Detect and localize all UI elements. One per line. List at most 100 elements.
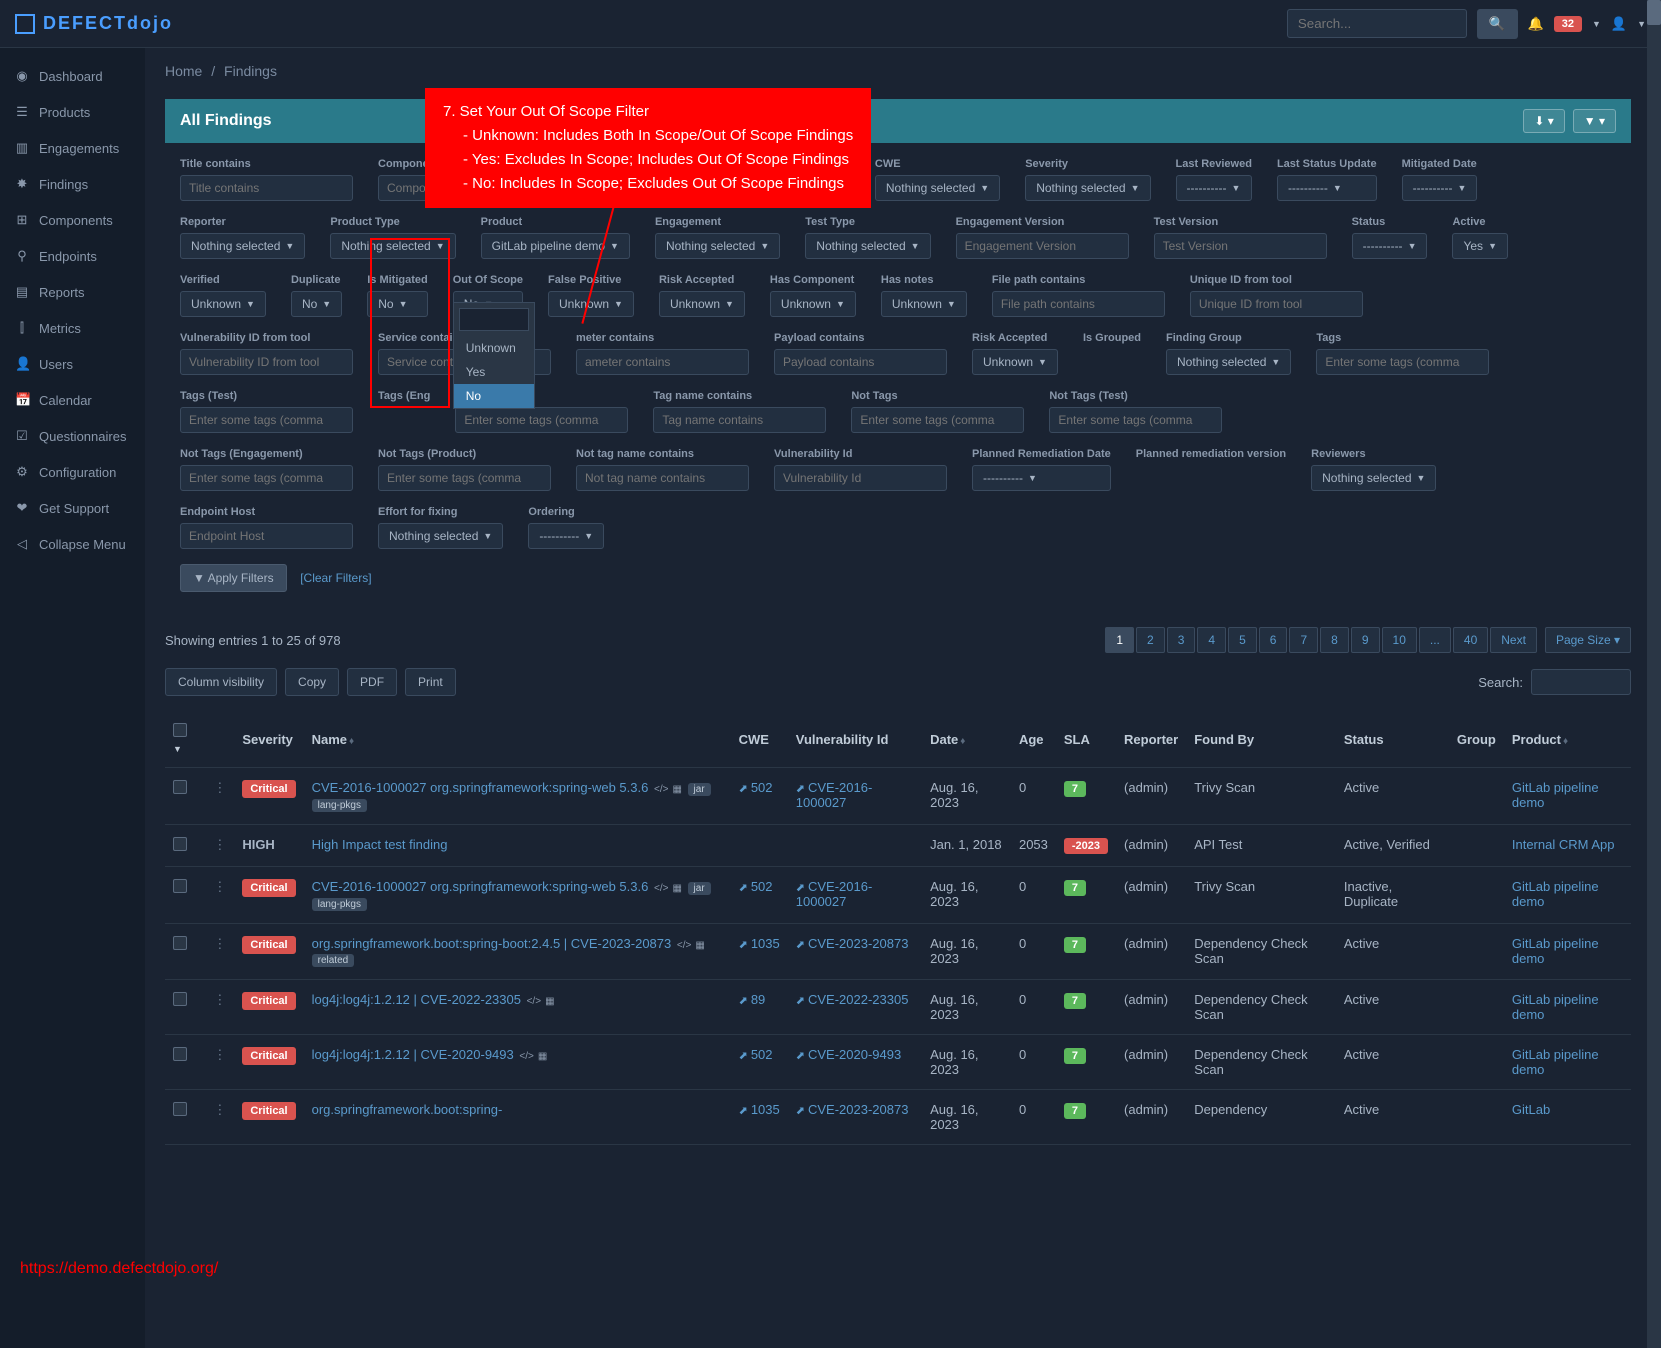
product-link[interactable]: GitLab pipeline demo: [1512, 1047, 1599, 1077]
vuln-link[interactable]: CVE-2016-1000027: [796, 780, 873, 810]
page-button[interactable]: 8: [1320, 627, 1349, 653]
sidebar-item-reports[interactable]: ▤Reports: [0, 274, 145, 310]
product-link[interactable]: Internal CRM App: [1512, 837, 1615, 852]
table-search-input[interactable]: [1531, 669, 1631, 695]
filter-dropdown[interactable]: GitLab pipeline demo ▼: [481, 233, 630, 259]
external-link-icon[interactable]: ⬈: [739, 1105, 748, 1117]
download-button[interactable]: ⬇ ▾: [1523, 109, 1564, 133]
row-menu-icon[interactable]: ⋮: [213, 1047, 226, 1062]
page-button[interactable]: 5: [1228, 627, 1257, 653]
external-link-icon[interactable]: ⬈: [739, 995, 748, 1007]
vuln-link[interactable]: CVE-2023-20873: [808, 1102, 908, 1117]
filter-dropdown[interactable]: ---------- ▼: [528, 523, 604, 549]
row-checkbox[interactable]: [173, 936, 187, 950]
finding-name-link[interactable]: org.springframework.boot:spring-: [312, 1102, 503, 1117]
finding-name-link[interactable]: log4j:log4j:1.2.12 | CVE-2020-9493: [312, 1047, 514, 1062]
finding-name-link[interactable]: CVE-2016-1000027 org.springframework:spr…: [312, 780, 649, 795]
page-size-button[interactable]: Page Size ▾: [1545, 627, 1631, 653]
notif-caret-icon[interactable]: ▼: [1592, 19, 1601, 29]
filter-input[interactable]: [653, 407, 826, 433]
page-button[interactable]: 10: [1382, 627, 1417, 653]
column-visibility-button[interactable]: Column visibility: [165, 668, 277, 696]
sidebar-item-dashboard[interactable]: ◉Dashboard: [0, 58, 145, 94]
row-checkbox[interactable]: [173, 1047, 187, 1061]
bell-icon[interactable]: 🔔: [1528, 16, 1544, 32]
vuln-link[interactable]: CVE-2022-23305: [808, 992, 908, 1007]
sidebar-item-engagements[interactable]: ▥Engagements: [0, 130, 145, 166]
cwe-link[interactable]: 1035: [751, 1102, 780, 1117]
bulk-caret-icon[interactable]: ▼: [173, 744, 182, 754]
row-checkbox[interactable]: [173, 879, 187, 893]
row-checkbox[interactable]: [173, 992, 187, 1006]
external-link-icon[interactable]: ⬈: [796, 882, 805, 894]
sidebar-item-questionnaires[interactable]: ☑Questionnaires: [0, 418, 145, 454]
filter-dropdown[interactable]: Nothing selected ▼: [875, 175, 1000, 201]
page-button[interactable]: 4: [1197, 627, 1226, 653]
row-menu-icon[interactable]: ⋮: [213, 1102, 226, 1117]
dropdown-option[interactable]: Unknown: [454, 336, 534, 360]
select-all-checkbox[interactable]: [173, 723, 187, 737]
filter-dropdown[interactable]: Unknown ▼: [770, 291, 856, 317]
sidebar-item-endpoints[interactable]: ⚲Endpoints: [0, 238, 145, 274]
external-link-icon[interactable]: ⬈: [739, 939, 748, 951]
vuln-link[interactable]: CVE-2020-9493: [808, 1047, 901, 1062]
sort-icon[interactable]: ♦: [1563, 736, 1568, 747]
external-link-icon[interactable]: ⬈: [739, 882, 748, 894]
filter-input[interactable]: [180, 465, 353, 491]
notif-badge[interactable]: 32: [1554, 16, 1582, 32]
breadcrumb-home[interactable]: Home: [165, 63, 202, 79]
filter-dropdown[interactable]: No ▼: [291, 291, 342, 317]
filter-input[interactable]: [1049, 407, 1222, 433]
filter-dropdown[interactable]: Nothing selected ▼: [655, 233, 780, 259]
external-link-icon[interactable]: ⬈: [739, 783, 748, 795]
filter-input[interactable]: [378, 465, 551, 491]
user-caret-icon[interactable]: ▼: [1637, 19, 1646, 29]
filter-input[interactable]: [455, 407, 628, 433]
filter-dropdown[interactable]: Nothing selected ▼: [805, 233, 930, 259]
row-menu-icon[interactable]: ⋮: [213, 780, 226, 795]
product-link[interactable]: GitLab: [1512, 1102, 1550, 1117]
page-button[interactable]: 9: [1351, 627, 1380, 653]
sidebar-item-configuration[interactable]: ⚙Configuration: [0, 454, 145, 490]
finding-name-link[interactable]: CVE-2016-1000027 org.springframework:spr…: [312, 879, 649, 894]
filter-input[interactable]: [774, 465, 947, 491]
sidebar-item-metrics[interactable]: ⫿Metrics: [0, 310, 145, 346]
external-link-icon[interactable]: ⬈: [796, 1050, 805, 1062]
filter-input[interactable]: [180, 523, 353, 549]
filter-dropdown[interactable]: ---------- ▼: [972, 465, 1111, 491]
finding-name-link[interactable]: org.springframework.boot:spring-boot:2.4…: [312, 936, 672, 951]
sidebar-item-calendar[interactable]: 📅Calendar: [0, 382, 145, 418]
filter-dropdown[interactable]: Unknown ▼: [659, 291, 745, 317]
filter-input[interactable]: [180, 407, 353, 433]
user-icon[interactable]: 👤: [1611, 16, 1627, 32]
page-button[interactable]: 40: [1453, 627, 1488, 653]
cwe-link[interactable]: 89: [751, 992, 765, 1007]
cwe-link[interactable]: 1035: [751, 936, 780, 951]
row-checkbox[interactable]: [173, 1102, 187, 1116]
filter-input[interactable]: [774, 349, 947, 375]
sidebar-item-users[interactable]: 👤Users: [0, 346, 145, 382]
page-button[interactable]: 1: [1105, 627, 1134, 653]
filter-dropdown[interactable]: Nothing selected ▼: [378, 523, 503, 549]
row-checkbox[interactable]: [173, 780, 187, 794]
filter-dropdown[interactable]: Nothing selected ▼: [1025, 175, 1150, 201]
sort-icon[interactable]: ♦: [960, 736, 965, 747]
finding-name-link[interactable]: High Impact test finding: [312, 837, 448, 852]
filter-input[interactable]: [180, 349, 353, 375]
external-link-icon[interactable]: ⬈: [796, 1105, 805, 1117]
filter-dropdown[interactable]: ---------- ▼: [1352, 233, 1428, 259]
filter-input[interactable]: [992, 291, 1165, 317]
row-checkbox[interactable]: [173, 837, 187, 851]
filter-toggle-button[interactable]: ▼ ▾: [1573, 109, 1616, 133]
page-button[interactable]: Next: [1490, 627, 1537, 653]
global-search-input[interactable]: [1287, 9, 1467, 38]
external-link-icon[interactable]: ⬈: [796, 939, 805, 951]
row-menu-icon[interactable]: ⋮: [213, 936, 226, 951]
row-menu-icon[interactable]: ⋮: [213, 879, 226, 894]
filter-dropdown[interactable]: ---------- ▼: [1277, 175, 1377, 201]
dropdown-search[interactable]: [459, 308, 529, 331]
vuln-link[interactable]: CVE-2016-1000027: [796, 879, 873, 909]
sidebar-item-components[interactable]: ⊞Components: [0, 202, 145, 238]
product-link[interactable]: GitLab pipeline demo: [1512, 780, 1599, 810]
scrollbar[interactable]: [1647, 0, 1661, 1348]
